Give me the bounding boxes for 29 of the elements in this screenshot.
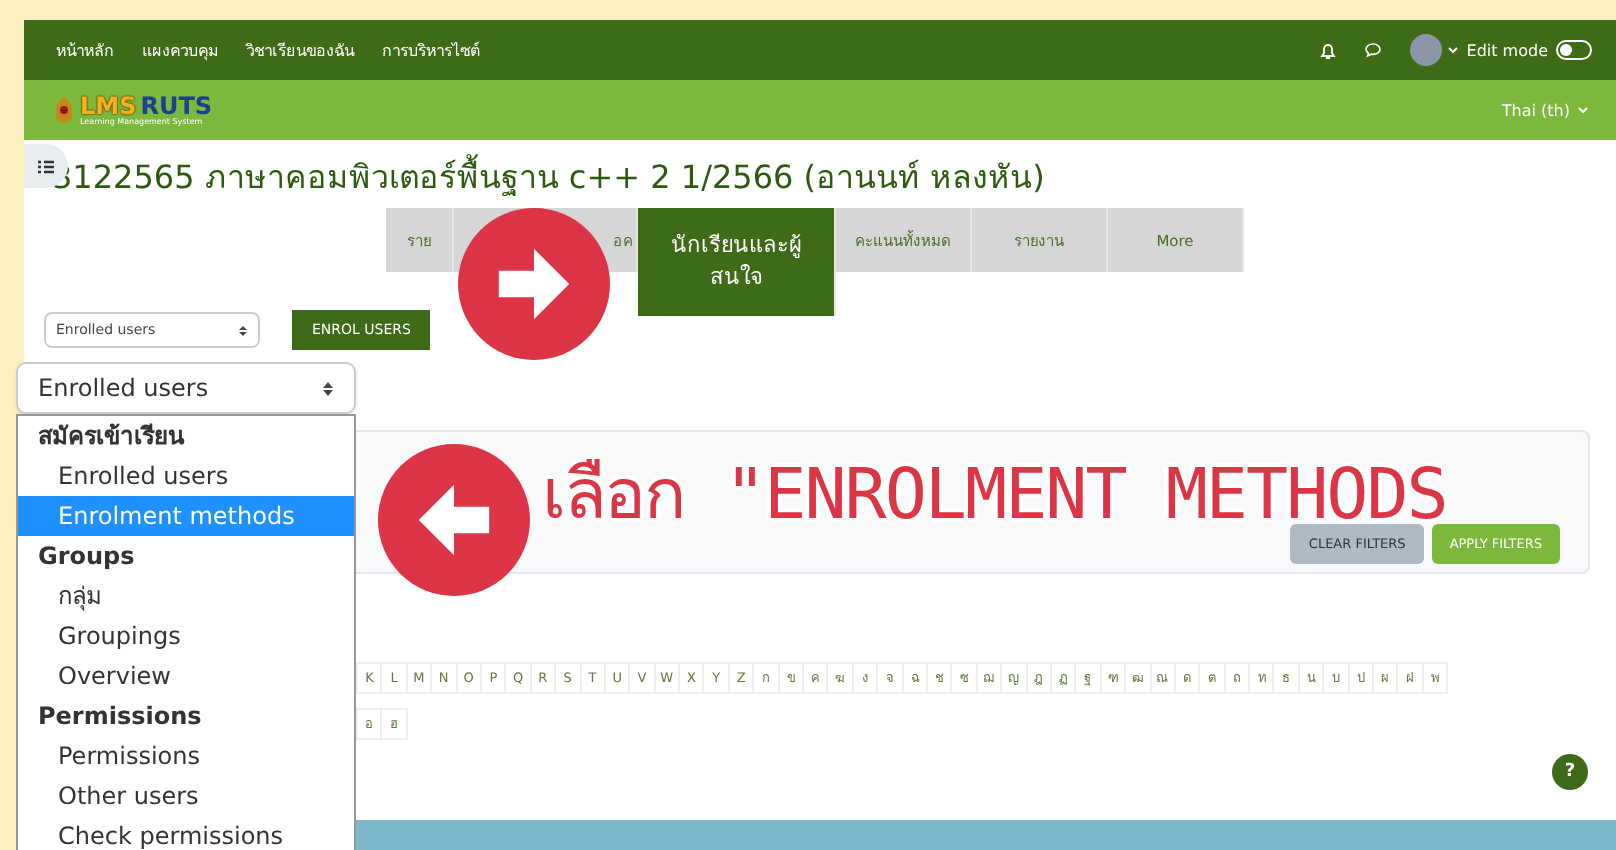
sort-arrows-icon	[238, 323, 248, 337]
chat-icon[interactable]	[1364, 42, 1383, 58]
option-group-label: สมัครเข้าเรียน	[36, 420, 187, 454]
caret-icon[interactable]	[1448, 46, 1459, 54]
sort-arrows-icon	[322, 379, 334, 397]
list-icon	[38, 159, 54, 173]
dropdown-option[interactable]: Enrolment methods	[18, 496, 354, 536]
option-group-label: Groups	[36, 540, 137, 574]
dropdown-option[interactable]: Permissions	[18, 736, 354, 776]
nav-tab[interactable]: นักเรียนและผู้สนใจ	[638, 208, 836, 316]
logo-text: LMS	[80, 94, 137, 118]
nav-link[interactable]: การบริหารไซต์	[382, 37, 480, 63]
dropdown-option[interactable]: Groupings	[18, 616, 354, 656]
dropdown-option[interactable]: Other users	[18, 776, 354, 816]
dropdown-option[interactable]: Check permissions	[18, 816, 354, 850]
option-group-label: Permissions	[36, 700, 204, 734]
nav-link[interactable]: หน้าหลัก	[56, 37, 114, 63]
help-button[interactable]: ?	[1552, 754, 1588, 790]
bell-icon[interactable]	[1320, 41, 1337, 59]
edit-mode-toggle[interactable]	[1556, 40, 1592, 60]
dropdown-option[interactable]: Overview	[18, 656, 354, 696]
dropdown-option[interactable]: กลุ่ม	[18, 576, 354, 616]
logo-text: RUTS	[140, 94, 213, 118]
enrolment-select[interactable]: Enrolled users	[16, 362, 356, 414]
nav-link[interactable]: วิชาเรียนของฉัน	[246, 37, 354, 63]
dropdown-option[interactable]: Enrolled users	[18, 456, 354, 496]
emblem-icon	[52, 94, 76, 126]
edit-mode-label: Edit mode	[1466, 41, 1548, 59]
nav-link[interactable]: แผงควบคุม	[142, 37, 218, 63]
